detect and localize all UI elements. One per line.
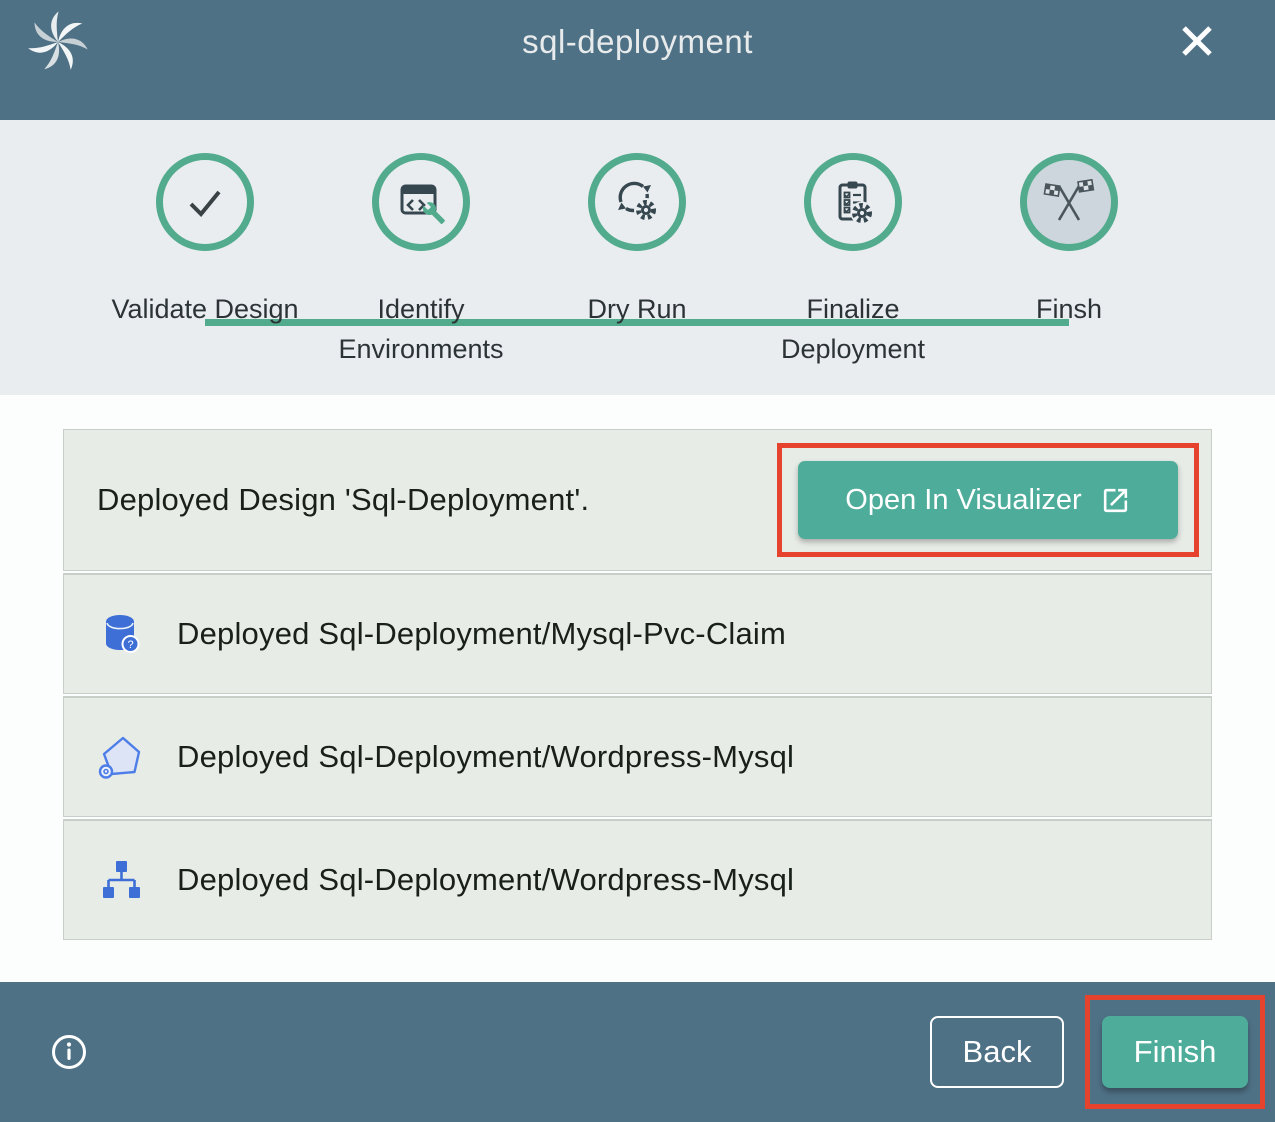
step-label: Dry Run xyxy=(587,289,686,329)
deployed-resource-row: Deployed Sql-Deployment/Wordpress-Mysql xyxy=(63,696,1212,817)
dry-run-gear-icon xyxy=(612,177,662,227)
check-icon xyxy=(181,178,229,226)
deployed-resource-text: Deployed Sql-Deployment/Mysql-Pvc-Claim xyxy=(177,616,786,652)
step-validate-design: Validate Design xyxy=(97,120,313,369)
modal-header: sql-deployment xyxy=(0,0,1275,120)
step-label: Identify Environments xyxy=(325,289,517,369)
checkered-flags-icon xyxy=(1043,176,1095,228)
highlight-open-in-visualizer: Open In Visualizer xyxy=(777,443,1199,557)
close-icon xyxy=(1177,21,1217,61)
deployed-design-row: Deployed Design 'Sql-Deployment'. Open I… xyxy=(63,429,1212,571)
step-label: Finsh xyxy=(1036,289,1102,329)
step-identify-environments: Identify Environments xyxy=(313,120,529,369)
step-label: Validate Design xyxy=(111,289,298,329)
open-in-visualizer-label: Open In Visualizer xyxy=(845,484,1081,517)
step-circle xyxy=(804,153,902,251)
step-finalize-deployment: Finalize Deployment xyxy=(745,120,961,369)
clipboard-gear-icon xyxy=(828,177,878,227)
deployment-results: Deployed Design 'Sql-Deployment'. Open I… xyxy=(0,395,1275,982)
modal-footer: Back Finish xyxy=(0,982,1275,1122)
step-label: Finalize Deployment xyxy=(757,289,949,369)
modal-title: sql-deployment xyxy=(0,23,1275,61)
deployed-resource-row: Deployed Sql-Deployment/Wordpress-Mysql xyxy=(63,819,1212,940)
deployed-design-text: Deployed Design 'Sql-Deployment'. xyxy=(97,482,589,518)
highlight-finish: Finish xyxy=(1085,995,1265,1109)
code-wrench-icon xyxy=(396,177,446,227)
deployment-stepper: Validate Design Identify Environments xyxy=(0,120,1275,395)
step-circle xyxy=(156,153,254,251)
step-circle xyxy=(1020,153,1118,251)
deployed-resource-text: Deployed Sql-Deployment/Wordpress-Mysql xyxy=(177,862,794,898)
svg-text:?: ? xyxy=(127,639,133,651)
deployment-wizard-modal: sql-deployment Validate Design xyxy=(0,0,1275,1122)
close-button[interactable] xyxy=(1177,21,1217,61)
back-button[interactable]: Back xyxy=(930,1016,1064,1088)
info-icon xyxy=(50,1033,88,1071)
deployed-resource-row: ? Deployed Sql-Deployment/Mysql-Pvc-Clai… xyxy=(63,573,1212,694)
finish-button[interactable]: Finish xyxy=(1102,1016,1248,1088)
results-list: Deployed Design 'Sql-Deployment'. Open I… xyxy=(63,429,1212,940)
step-circle xyxy=(372,153,470,251)
hierarchy-icon xyxy=(97,856,145,904)
database-icon: ? xyxy=(97,610,145,658)
open-in-visualizer-button[interactable]: Open In Visualizer xyxy=(798,461,1178,539)
step-circle xyxy=(588,153,686,251)
deployed-resource-text: Deployed Sql-Deployment/Wordpress-Mysql xyxy=(177,739,794,775)
external-link-icon xyxy=(1100,485,1131,516)
pentagon-icon xyxy=(97,733,145,781)
step-dry-run: Dry Run xyxy=(529,120,745,369)
info-button[interactable] xyxy=(50,1033,88,1071)
step-finish: Finsh xyxy=(961,120,1177,369)
